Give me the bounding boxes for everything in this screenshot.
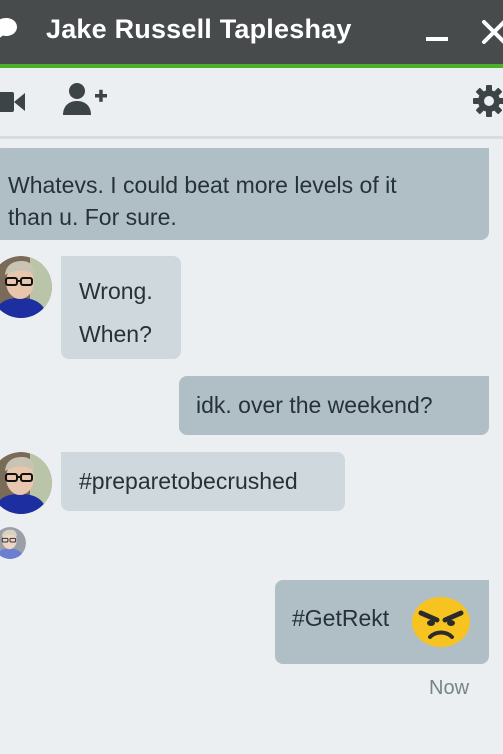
close-icon [482,20,503,44]
minimize-button[interactable] [422,18,452,48]
angry-face-emoji [412,597,470,647]
message-timestamp: Now [429,677,470,699]
close-button[interactable] [478,14,503,48]
minimize-icon [426,37,448,41]
message-bubble-outgoing[interactable]: Whatevs. I could beat more levels of it … [0,148,489,240]
message-line: than u. For sure. [8,204,177,230]
add-person-icon[interactable] [62,82,108,116]
message-bubble-incoming[interactable]: #preparetobecrushed [61,452,345,511]
message-line: Whatevs. I could beat more levels of it [8,172,397,198]
contact-name-title: Jake Russell Tapleshay [46,14,352,44]
contact-avatar[interactable] [0,452,52,514]
message-line: idk. over the weekend? [196,392,433,418]
message-line: #preparetobecrushed [79,468,298,494]
read-receipt-avatar [0,527,26,559]
message-bubble-outgoing[interactable]: idk. over the weekend? [179,376,489,435]
video-camera-icon[interactable] [0,88,28,116]
message-line: When? [79,321,152,347]
message-bubble-incoming[interactable]: Wrong. When? [61,256,181,359]
chat-window: Jake Russell Tapleshay Whatevs. I could … [0,0,503,754]
message-list: Whatevs. I could beat more levels of it … [0,139,503,754]
message-bubble-outgoing[interactable]: #GetRekt [275,580,489,664]
message-line: Wrong. [79,278,153,304]
chat-bubble-icon [0,18,17,38]
chat-toolbar [0,68,503,139]
gear-icon[interactable] [472,84,503,118]
contact-avatar[interactable] [0,256,52,318]
title-bar: Jake Russell Tapleshay [0,0,503,68]
